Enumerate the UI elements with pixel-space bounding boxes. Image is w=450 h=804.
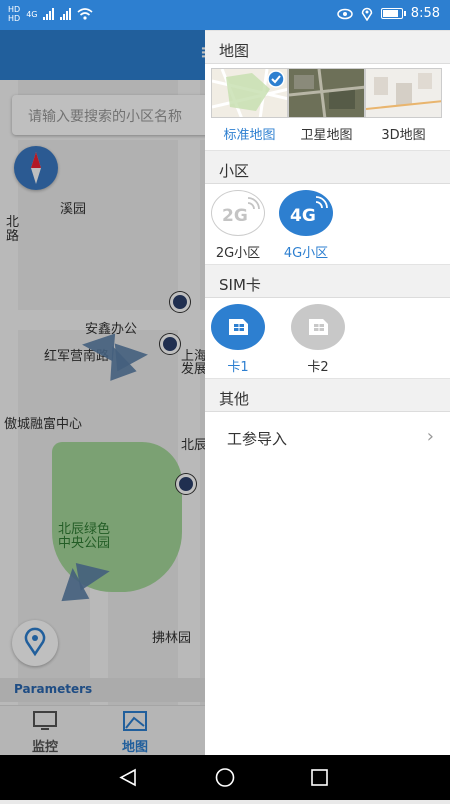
battery-icon — [380, 8, 406, 19]
eye-icon — [337, 8, 353, 19]
sim-option-2-label: 卡2 — [307, 360, 329, 375]
map-option-3d[interactable] — [365, 68, 442, 118]
recents-icon[interactable] — [311, 769, 328, 786]
sim2-indicator: HD — [8, 14, 21, 23]
cell-type-options: 2G 4G 2G小区 4G小区 — [205, 184, 450, 264]
sim-card-icon — [229, 319, 248, 335]
back-icon[interactable] — [119, 768, 136, 787]
map-option-standard-label: 标准地图 — [223, 128, 276, 143]
section-header-cell: 小区 — [205, 150, 450, 184]
cell-option-4g-label: 4G小区 — [283, 246, 329, 261]
sim-option-1[interactable] — [211, 304, 265, 350]
section-header-map: 地图 — [205, 30, 450, 64]
clock: 8:58 — [410, 6, 440, 21]
sim-option-2[interactable] — [291, 304, 345, 350]
param-import-label: 工参导入 — [227, 430, 288, 448]
signal1-icon — [43, 8, 55, 20]
cell-option-2g[interactable]: 2G — [211, 190, 265, 236]
menu-item-param-import[interactable]: 工参导入 › — [205, 412, 450, 462]
map-option-satellite[interactable] — [288, 68, 365, 118]
sim-option-1-label: 卡1 — [227, 360, 249, 375]
section-header-sim: SIM卡 — [205, 264, 450, 298]
section-header-other: 其他 — [205, 378, 450, 412]
signal2-icon — [60, 8, 72, 20]
cell-badge-4g: 4G — [290, 206, 316, 226]
map-option-satellite-label: 卫星地图 — [300, 128, 353, 143]
map-type-options: 标准地图 卫星地图 3D地图 — [205, 64, 450, 150]
cell-option-2g-label: 2G小区 — [215, 246, 261, 261]
home-icon[interactable] — [215, 768, 235, 787]
sim1-indicator: HD — [8, 5, 21, 14]
status-bar: HD HD 4G 8:58 — [0, 0, 450, 30]
network-type: 4G — [26, 9, 38, 19]
sim-options: 卡1 卡2 — [205, 298, 450, 378]
4g-signal-icon: 4G — [290, 196, 328, 226]
2g-signal-icon: 2G — [222, 197, 260, 226]
cell-option-4g[interactable]: 4G — [279, 190, 333, 236]
sim-card-icon — [309, 319, 328, 335]
map-option-3d-label: 3D地图 — [381, 128, 426, 143]
settings-drawer: 地图 标准地图 卫星地图 3D地图 小区 2G 4G 2G小区 4G小区 SIM… — [205, 30, 450, 755]
location-icon — [361, 7, 373, 21]
chevron-right-icon: › — [426, 426, 434, 447]
cell-badge-2g: 2G — [222, 206, 248, 226]
wifi-icon — [77, 8, 94, 20]
map-option-standard[interactable] — [211, 68, 288, 118]
system-nav-bar — [0, 755, 450, 800]
